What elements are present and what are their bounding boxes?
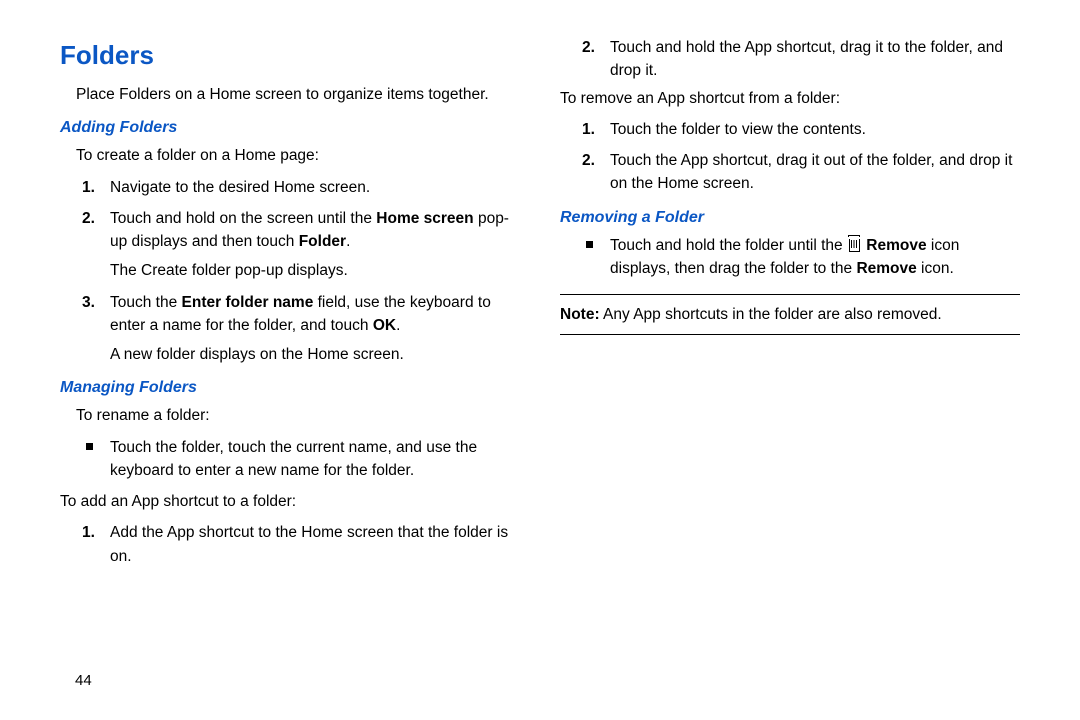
adding-lead: To create a folder on a Home page:	[60, 144, 520, 167]
heading-folders: Folders	[60, 36, 520, 75]
rename-item: Touch the folder, touch the current name…	[110, 436, 520, 483]
remove-shortcut-lead: To remove an App shortcut from a folder:	[560, 87, 1020, 110]
adding-step-3: Touch the Enter folder name field, use t…	[110, 291, 520, 367]
remove-step-1: Touch the folder to view the contents.	[610, 118, 1020, 141]
rename-list: Touch the folder, touch the current name…	[60, 436, 520, 483]
add-step-2: Touch and hold the App shortcut, drag it…	[610, 36, 1020, 83]
remove-step-2: Touch the App shortcut, drag it out of t…	[610, 149, 1020, 196]
removing-list: Touch and hold the folder until the Remo…	[560, 234, 1020, 281]
page-number: 44	[75, 672, 92, 689]
adding-step-2: Touch and hold on the screen until the H…	[110, 207, 520, 283]
add-step-1: Add the App shortcut to the Home screen …	[110, 521, 520, 568]
trash-icon	[849, 239, 860, 252]
adding-steps: Navigate to the desired Home screen. Tou…	[60, 176, 520, 367]
adding-step-3-sub: A new folder displays on the Home screen…	[110, 343, 520, 366]
adding-step-1: Navigate to the desired Home screen.	[110, 176, 520, 199]
rename-lead: To rename a folder:	[60, 404, 520, 427]
removing-item: Touch and hold the folder until the Remo…	[610, 234, 1020, 281]
note-text: Any App shortcuts in the folder are also…	[600, 306, 942, 323]
adding-step-2-sub: The Create folder pop-up displays.	[110, 259, 520, 282]
remove-shortcut-steps: Touch the folder to view the contents. T…	[560, 118, 1020, 196]
note-box: Note: Any App shortcuts in the folder ar…	[560, 294, 1020, 335]
add-shortcut-lead: To add an App shortcut to a folder:	[60, 490, 520, 513]
heading-removing-folder: Removing a Folder	[560, 206, 1020, 230]
note-label: Note:	[560, 306, 600, 323]
heading-managing-folders: Managing Folders	[60, 376, 520, 400]
heading-adding-folders: Adding Folders	[60, 116, 520, 140]
intro-text: Place Folders on a Home screen to organi…	[60, 83, 520, 106]
